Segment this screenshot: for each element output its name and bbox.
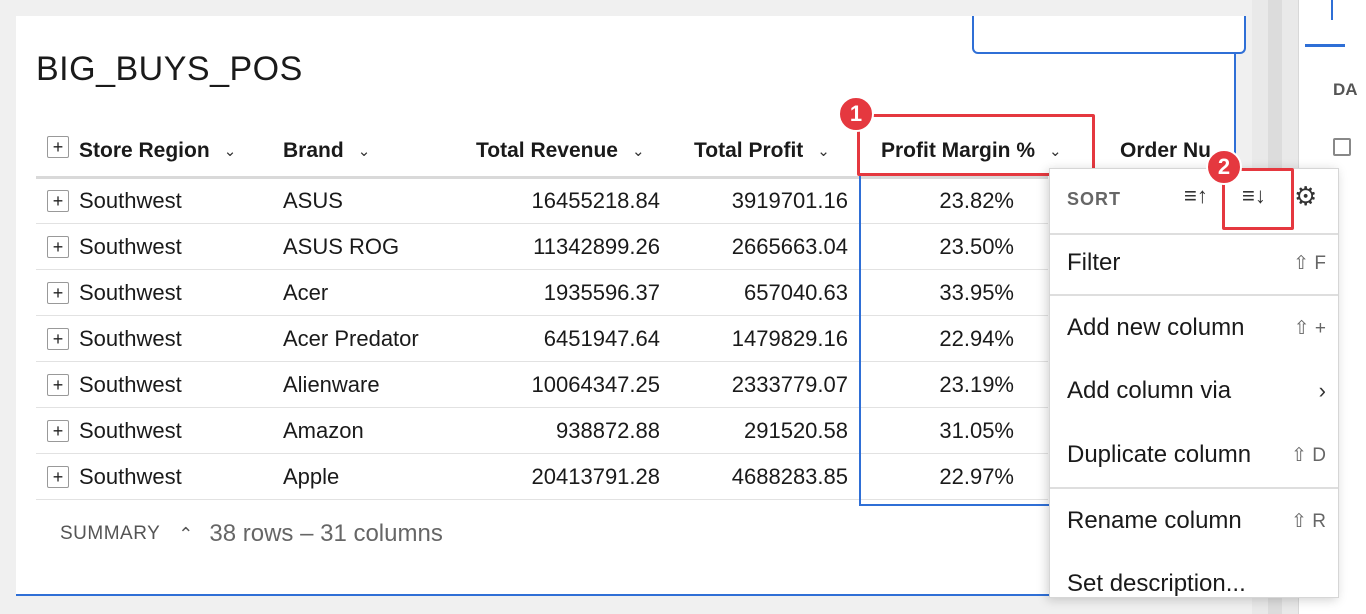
menu-item-label: Set description... — [1067, 570, 1246, 597]
cell-profit: 657040.63 — [744, 280, 848, 305]
cell-brand: ASUS ROG — [283, 234, 400, 259]
cell-brand: Amazon — [283, 418, 364, 443]
chevron-down-icon[interactable]: ⌄ — [817, 142, 830, 160]
cell-revenue: 20413791.28 — [531, 464, 660, 489]
cell-revenue: 10064347.25 — [531, 372, 660, 397]
column-header-store-region[interactable]: Store Region ⌄ — [79, 126, 236, 176]
cell-profit: 3919701.16 — [731, 188, 848, 213]
shortcut-hint: ⇧ + — [1293, 317, 1326, 339]
floating-toolbar[interactable] — [972, 16, 1246, 54]
chevron-down-icon[interactable]: ⌄ — [224, 142, 237, 160]
expand-row-icon[interactable]: + — [47, 466, 69, 488]
cell-profit: 4688283.85 — [731, 464, 848, 489]
expand-row-icon[interactable]: + — [47, 374, 69, 396]
chevron-right-icon: › — [1318, 378, 1326, 403]
column-header-total-profit[interactable]: Total Profit ⌄ — [694, 126, 830, 176]
cell-profit: 291520.58 — [744, 418, 848, 443]
sort-ascending-icon[interactable]: ≡↑ — [1184, 183, 1208, 209]
cell-revenue: 6451947.64 — [543, 326, 660, 351]
menu-item-label: Duplicate column — [1067, 441, 1252, 468]
cell-brand: Acer Predator — [283, 326, 419, 351]
gear-icon[interactable]: ⚙ — [1294, 181, 1317, 212]
add-column-via-menu-item[interactable]: Add column via › — [1050, 361, 1338, 421]
column-header-brand[interactable]: Brand ⌄ — [283, 126, 370, 176]
cell-brand: Alienware — [283, 372, 380, 397]
menu-item-label: Add column via — [1067, 377, 1232, 404]
chevron-down-icon[interactable]: ⌄ — [358, 142, 371, 160]
column-header-label: Brand — [283, 139, 344, 162]
summary-bar[interactable]: SUMMARY ⌃ 38 rows – 31 columns — [60, 520, 443, 548]
cell-revenue: 16455218.84 — [531, 188, 660, 213]
panel-icon[interactable] — [1333, 138, 1351, 156]
chevron-down-icon[interactable]: ⌄ — [632, 142, 645, 160]
cell-region: Southwest — [79, 326, 182, 351]
cell-brand: Apple — [283, 464, 340, 489]
shortcut-hint: ⇧ F — [1293, 252, 1326, 274]
cell-region: Southwest — [79, 464, 182, 489]
panel-section-label: DA — [1333, 80, 1358, 99]
cell-brand: Acer — [283, 280, 329, 305]
selected-column-outline — [859, 176, 1049, 506]
cell-region: Southwest — [79, 372, 182, 397]
rename-column-menu-item[interactable]: Rename column ⇧ R — [1050, 491, 1338, 551]
summary-label: SUMMARY — [60, 523, 161, 544]
callout-badge-1: 1 — [838, 96, 874, 132]
chevron-up-icon[interactable]: ⌃ — [178, 524, 193, 545]
active-tab-underline — [1305, 44, 1345, 47]
cell-revenue: 11342899.26 — [533, 234, 660, 259]
cell-revenue: 938872.88 — [556, 418, 660, 443]
column-header-label: Total Revenue — [476, 139, 618, 162]
callout-highlight-1 — [857, 114, 1095, 176]
filter-menu-item[interactable]: Filter ⇧ F — [1050, 233, 1338, 293]
expand-row-icon[interactable]: + — [47, 420, 69, 442]
expand-row-icon[interactable]: + — [47, 328, 69, 350]
cell-profit: 2665663.04 — [731, 234, 848, 259]
summary-counts: 38 rows – 31 columns — [209, 520, 443, 547]
sort-label: SORT — [1067, 189, 1122, 209]
shortcut-hint: ⇧ D — [1291, 444, 1326, 466]
column-header-label: Store Region — [79, 139, 210, 162]
column-header-total-revenue[interactable]: Total Revenue ⌄ — [476, 126, 645, 176]
column-context-menu: SORT ≡↑ ≡↓ ⚙ Filter ⇧ F Add new column ⇧… — [1049, 168, 1339, 598]
cell-profit: 1479829.16 — [731, 326, 848, 351]
menu-item-label: Rename column — [1067, 507, 1242, 534]
callout-badge-2: 2 — [1206, 149, 1242, 185]
cell-brand: ASUS — [283, 188, 343, 213]
menu-divider — [1050, 294, 1338, 296]
menu-divider — [1050, 487, 1338, 489]
column-header-label: Order Nu — [1120, 139, 1212, 162]
expand-all-icon[interactable]: + — [47, 136, 69, 158]
menu-item-label: Filter — [1067, 249, 1121, 276]
expand-row-icon[interactable]: + — [47, 282, 69, 304]
add-new-column-menu-item[interactable]: Add new column ⇧ + — [1050, 298, 1338, 358]
cell-revenue: 1935596.37 — [543, 280, 660, 305]
menu-item-label: Add new column — [1067, 314, 1245, 341]
cell-region: Southwest — [79, 418, 182, 443]
expand-row-icon[interactable]: + — [47, 236, 69, 258]
panel-tab-indicator — [1331, 0, 1333, 20]
column-header-label: Total Profit — [694, 139, 804, 162]
cell-profit: 2333779.07 — [731, 372, 848, 397]
shortcut-hint: ⇧ R — [1291, 510, 1326, 532]
cell-region: Southwest — [79, 188, 182, 213]
set-description-menu-item[interactable]: Set description... — [1050, 554, 1338, 597]
duplicate-column-menu-item[interactable]: Duplicate column ⇧ D — [1050, 425, 1338, 485]
page-title: BIG_BUYS_POS — [36, 50, 303, 88]
cell-region: Southwest — [79, 280, 182, 305]
expand-row-icon[interactable]: + — [47, 190, 69, 212]
cell-region: Southwest — [79, 234, 182, 259]
